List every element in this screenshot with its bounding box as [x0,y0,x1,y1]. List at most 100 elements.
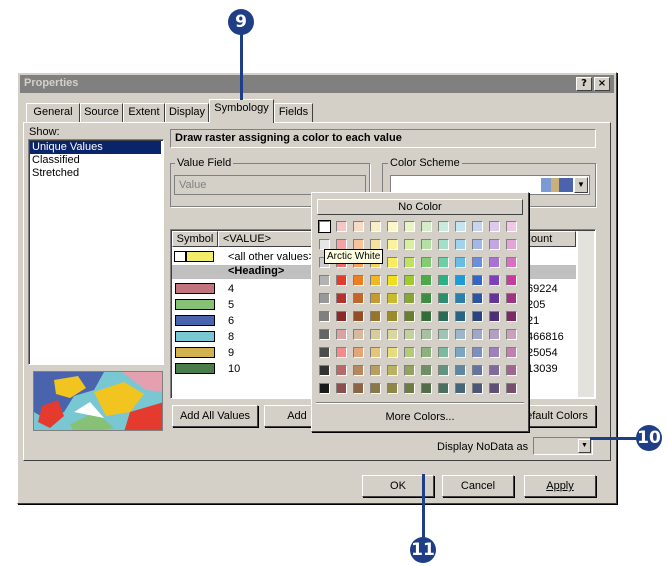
color-cell[interactable] [421,275,432,286]
color-cell[interactable] [370,329,381,340]
color-cell[interactable] [489,239,500,250]
color-cell[interactable] [404,257,415,268]
no-color-button[interactable]: No Color [317,199,523,215]
symbol-swatch[interactable] [175,347,215,358]
color-cell[interactable] [353,383,364,394]
color-cell[interactable] [489,329,500,340]
color-cell[interactable] [336,365,347,376]
color-cell[interactable] [438,221,449,232]
color-cell[interactable] [336,275,347,286]
show-list[interactable]: Unique Values Classified Stretched [28,139,164,365]
color-cell[interactable] [506,347,517,358]
color-cell[interactable] [421,383,432,394]
show-item-unique-values[interactable]: Unique Values [30,141,161,154]
color-cell[interactable] [387,383,398,394]
checkbox[interactable] [174,251,186,262]
symbol-swatch[interactable] [175,315,215,326]
color-cell[interactable] [455,365,466,376]
color-cell[interactable] [370,311,381,322]
symbol-swatch[interactable] [175,363,215,374]
color-cell[interactable] [506,365,517,376]
color-cell[interactable] [319,365,330,376]
color-cell[interactable] [438,329,449,340]
color-cell[interactable] [404,239,415,250]
color-cell[interactable] [421,257,432,268]
color-cell[interactable] [472,221,483,232]
color-cell[interactable] [438,257,449,268]
color-cell[interactable] [387,311,398,322]
color-cell[interactable] [370,347,381,358]
color-cell[interactable] [421,365,432,376]
color-cell[interactable] [336,293,347,304]
color-cell[interactable] [472,257,483,268]
color-cell[interactable] [319,311,330,322]
chevron-down-icon[interactable]: ▼ [578,439,591,453]
color-cell[interactable] [455,221,466,232]
show-item-stretched[interactable]: Stretched [32,167,79,180]
color-cell[interactable] [336,221,347,232]
color-cell[interactable] [421,293,432,304]
tab-fields[interactable]: Fields [274,103,313,122]
color-cell[interactable] [336,383,347,394]
color-cell[interactable] [438,239,449,250]
color-cell[interactable] [421,329,432,340]
color-cell[interactable] [421,239,432,250]
color-cell[interactable] [421,311,432,322]
symbol-swatch[interactable] [186,251,214,262]
color-cell[interactable] [472,293,483,304]
color-cell[interactable] [472,383,483,394]
color-cell[interactable] [353,365,364,376]
color-cell[interactable] [506,383,517,394]
color-cell[interactable] [455,257,466,268]
color-cell[interactable] [455,275,466,286]
color-cell[interactable] [438,293,449,304]
color-cell[interactable] [489,365,500,376]
color-cell[interactable] [387,293,398,304]
help-button[interactable]: ? [576,77,592,91]
color-cell[interactable] [353,311,364,322]
color-cell[interactable] [438,275,449,286]
tab-display[interactable]: Display [165,103,209,122]
color-cell[interactable] [404,383,415,394]
color-cell[interactable] [404,365,415,376]
color-cell[interactable] [370,383,381,394]
color-cell[interactable] [353,221,364,232]
color-cell[interactable] [404,221,415,232]
color-cell[interactable] [319,347,330,358]
tab-symbology[interactable]: Symbology [209,99,274,123]
symbol-swatch[interactable] [175,331,215,342]
nodata-color-select[interactable]: ▼ [533,437,593,455]
color-cell[interactable] [370,293,381,304]
table-scrollbar[interactable] [578,231,594,397]
color-cell[interactable] [336,329,347,340]
color-cell[interactable] [506,311,517,322]
color-cell[interactable] [387,365,398,376]
color-cell[interactable] [404,329,415,340]
color-cell[interactable] [319,329,330,340]
color-cell[interactable] [489,293,500,304]
color-cell[interactable] [472,311,483,322]
color-cell[interactable] [506,239,517,250]
color-cell[interactable] [370,365,381,376]
color-cell[interactable] [353,275,364,286]
color-cell[interactable] [421,347,432,358]
color-cell[interactable] [404,347,415,358]
color-cell[interactable] [506,293,517,304]
color-cell[interactable] [387,239,398,250]
color-cell[interactable] [489,257,500,268]
color-cell[interactable] [318,220,331,233]
color-cell[interactable] [455,383,466,394]
title-bar[interactable]: Properties ? × [20,75,614,93]
color-cell[interactable] [489,221,500,232]
color-cell[interactable] [370,275,381,286]
color-cell[interactable] [387,275,398,286]
color-grid[interactable] [317,220,525,401]
color-cell[interactable] [506,329,517,340]
color-cell[interactable] [489,275,500,286]
color-cell[interactable] [387,221,398,232]
col-header-symbol[interactable]: Symbol [172,231,218,247]
color-cell[interactable] [506,257,517,268]
color-cell[interactable] [455,293,466,304]
color-cell[interactable] [506,275,517,286]
color-cell[interactable] [353,329,364,340]
